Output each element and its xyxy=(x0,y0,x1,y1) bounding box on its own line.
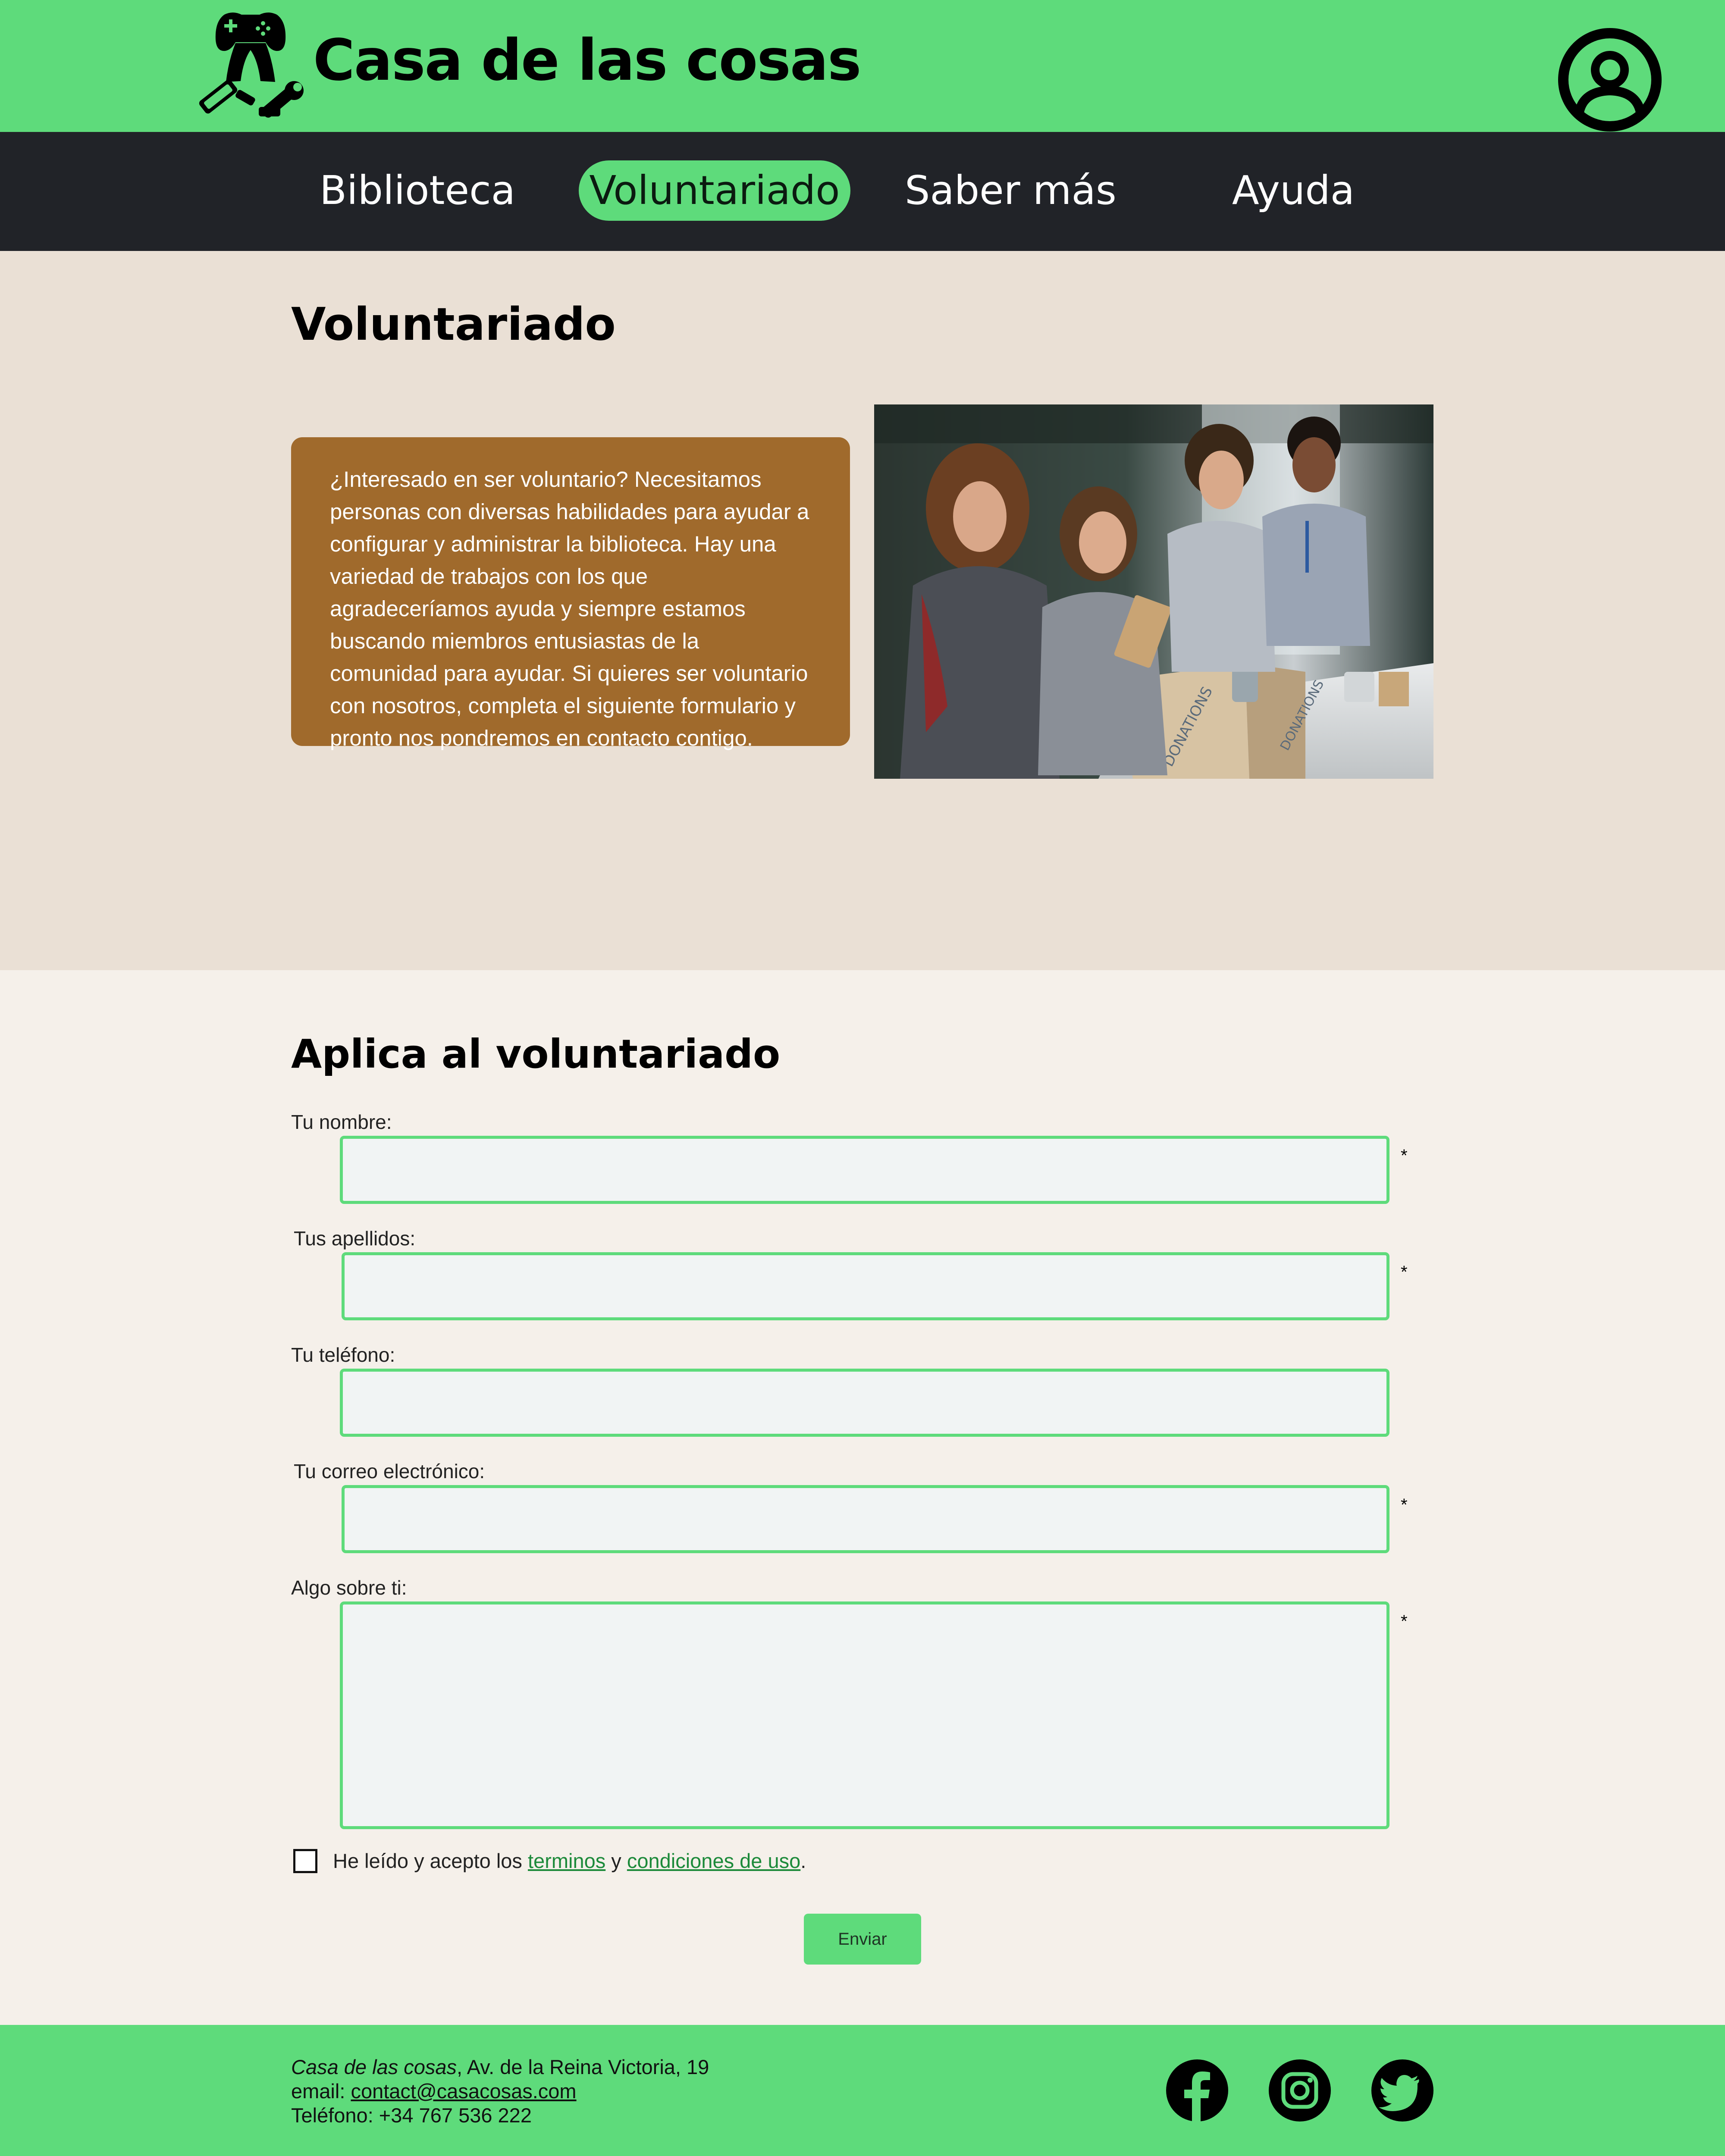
footer-address: Casa de las cosas, Av. de la Reina Victo… xyxy=(291,2055,709,2079)
terms-text: He leído y acepto los terminos y condici… xyxy=(333,1848,806,1874)
footer-email-prefix: email: xyxy=(291,2080,351,2103)
page-title: Voluntariado xyxy=(291,298,616,351)
gamepad-tools-logo-icon xyxy=(199,13,304,118)
top-header: Casa de las cosas xyxy=(0,0,1725,132)
volunteer-intro-section: Voluntariado ¿Interesado en ser voluntar… xyxy=(0,251,1725,970)
volunteers-photo-image: DONATIONS DONATIONS xyxy=(874,404,1433,779)
email-input[interactable] xyxy=(342,1485,1389,1553)
site-title[interactable]: Casa de las cosas xyxy=(313,22,861,99)
instagram-icon[interactable] xyxy=(1269,2059,1331,2122)
email-label: Tu correo electrónico: xyxy=(294,1460,485,1482)
user-account-icon[interactable] xyxy=(1558,28,1662,132)
page: Casa de las cosas Biblioteca Voluntariad… xyxy=(0,0,1725,2156)
terms-link[interactable]: terminos xyxy=(528,1849,605,1872)
footer-org-name: Casa de las cosas xyxy=(291,2056,457,2078)
form-title: Aplica al voluntariado xyxy=(291,1031,781,1077)
surname-required-mark: * xyxy=(1401,1263,1408,1282)
surname-label: Tus apellidos: xyxy=(294,1227,416,1250)
info-card: ¿Interesado en ser voluntario? Necesitam… xyxy=(291,437,850,750)
facebook-icon[interactable] xyxy=(1166,2059,1228,2122)
volunteers-photo: DONATIONS DONATIONS xyxy=(874,404,1433,779)
footer-email: email: contact@casacosas.com xyxy=(291,2079,577,2103)
nav-item-voluntariado[interactable]: Voluntariado xyxy=(579,160,850,221)
about-label: Algo sobre ti: xyxy=(291,1576,407,1599)
phone-input[interactable] xyxy=(340,1369,1389,1437)
terms-prefix: He leído y acepto los xyxy=(333,1849,528,1872)
nav-item-biblioteca[interactable]: Biblioteca xyxy=(314,160,521,221)
terms-suffix: . xyxy=(800,1849,806,1872)
nav-item-ayuda[interactable]: Ayuda xyxy=(1223,160,1364,221)
footer: Casa de las cosas, Av. de la Reina Victo… xyxy=(0,2025,1725,2156)
nav-item-saber-mas[interactable]: Saber más xyxy=(905,160,1117,221)
twitter-icon[interactable] xyxy=(1371,2059,1433,2122)
main-nav: Biblioteca Voluntariado Saber más Ayuda xyxy=(0,132,1725,251)
volunteer-form-section: Aplica al voluntariado Tu nombre: * Tus … xyxy=(0,970,1725,2025)
footer-address-text: , Av. de la Reina Victoria, 19 xyxy=(457,2056,709,2078)
footer-phone: Teléfono: +34 767 536 222 xyxy=(291,2104,532,2127)
name-input[interactable] xyxy=(340,1136,1389,1204)
email-required-mark: * xyxy=(1401,1495,1408,1514)
name-required-mark: * xyxy=(1401,1146,1408,1165)
footer-email-link[interactable]: contact@casacosas.com xyxy=(351,2080,576,2103)
info-text: ¿Interesado en ser voluntario? Necesitam… xyxy=(330,467,809,750)
submit-button[interactable]: Enviar xyxy=(804,1914,921,1965)
terms-middle: y xyxy=(605,1849,627,1872)
phone-label: Tu teléfono: xyxy=(291,1344,395,1366)
terms-checkbox[interactable] xyxy=(293,1849,317,1873)
about-required-mark: * xyxy=(1401,1612,1408,1631)
conditions-link[interactable]: condiciones de uso xyxy=(627,1849,800,1872)
surname-input[interactable] xyxy=(342,1252,1389,1320)
name-label: Tu nombre: xyxy=(291,1111,392,1133)
about-textarea[interactable] xyxy=(340,1601,1389,1829)
